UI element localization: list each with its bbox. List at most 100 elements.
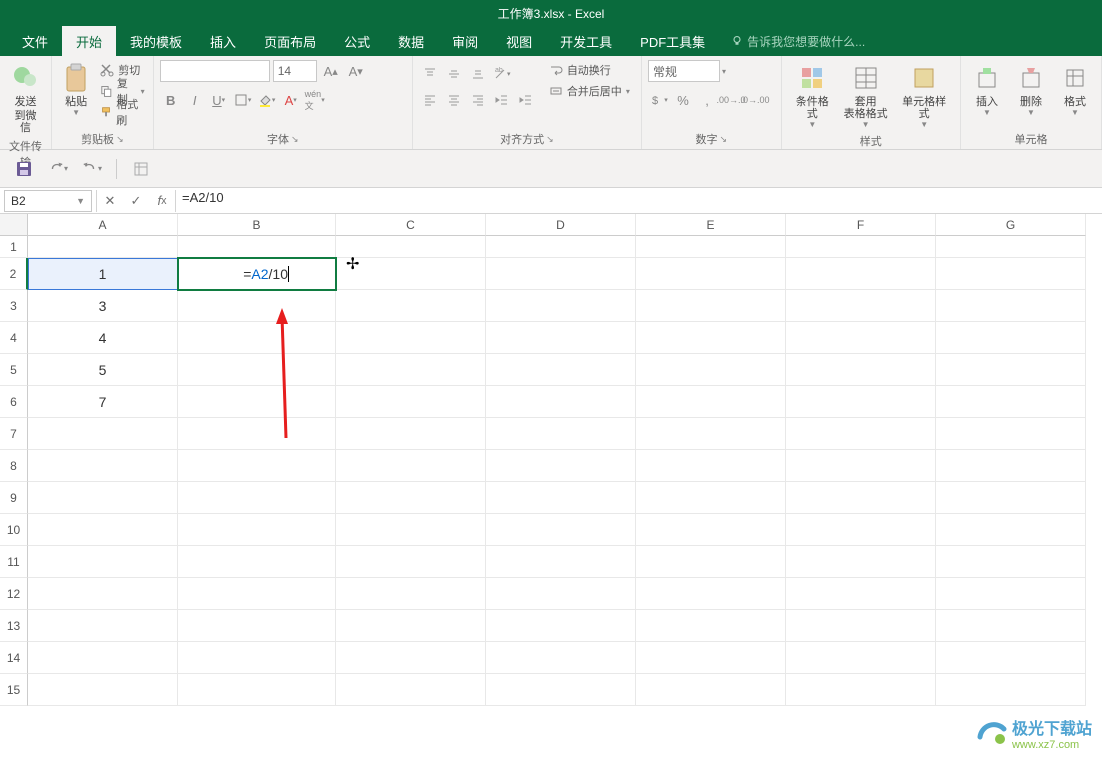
cell-B7[interactable] xyxy=(178,418,336,450)
row-header-5[interactable]: 5 xyxy=(0,354,28,386)
cell-E2[interactable] xyxy=(636,258,786,290)
increase-decimal-button[interactable]: .00→.0 xyxy=(720,89,742,111)
cell-E10[interactable] xyxy=(636,514,786,546)
font-color-button[interactable]: A▾ xyxy=(280,89,302,111)
cell-B2[interactable]: =A2/10 xyxy=(178,258,336,290)
cell-G14[interactable] xyxy=(936,642,1086,674)
cell-A1[interactable] xyxy=(28,236,178,258)
fill-color-button[interactable]: ▾ xyxy=(256,89,278,111)
cell-F3[interactable] xyxy=(786,290,936,322)
row-header-15[interactable]: 15 xyxy=(0,674,28,706)
cell-G15[interactable] xyxy=(936,674,1086,706)
row-header-1[interactable]: 1 xyxy=(0,236,28,258)
cell-C12[interactable] xyxy=(336,578,486,610)
cell-D6[interactable] xyxy=(486,386,636,418)
row-header-11[interactable]: 11 xyxy=(0,546,28,578)
cell-G5[interactable] xyxy=(936,354,1086,386)
cell-A15[interactable] xyxy=(28,674,178,706)
number-launcher[interactable]: ↘ xyxy=(720,134,728,145)
name-box[interactable]: B2 ▼ xyxy=(4,190,92,212)
insert-cells-button[interactable]: 插入▼ xyxy=(967,60,1007,119)
row-header-7[interactable]: 7 xyxy=(0,418,28,450)
cell-D12[interactable] xyxy=(486,578,636,610)
cell-A9[interactable] xyxy=(28,482,178,514)
cell-A12[interactable] xyxy=(28,578,178,610)
cell-C1[interactable] xyxy=(336,236,486,258)
cell-D14[interactable] xyxy=(486,642,636,674)
cell-G7[interactable] xyxy=(936,418,1086,450)
cell-B10[interactable] xyxy=(178,514,336,546)
cell-D9[interactable] xyxy=(486,482,636,514)
menu-data[interactable]: 数据 xyxy=(384,26,438,57)
cell-A8[interactable] xyxy=(28,450,178,482)
cell-E3[interactable] xyxy=(636,290,786,322)
cell-E14[interactable] xyxy=(636,642,786,674)
save-button[interactable] xyxy=(14,159,34,179)
cell-A13[interactable] xyxy=(28,610,178,642)
orientation-button[interactable]: ab▾ xyxy=(491,63,513,85)
cell-B12[interactable] xyxy=(178,578,336,610)
indent-decrease-button[interactable] xyxy=(491,89,513,111)
cell-D11[interactable] xyxy=(486,546,636,578)
cell-D10[interactable] xyxy=(486,514,636,546)
row-header-12[interactable]: 12 xyxy=(0,578,28,610)
cell-G3[interactable] xyxy=(936,290,1086,322)
cell-F10[interactable] xyxy=(786,514,936,546)
menu-home[interactable]: 开始 xyxy=(62,26,116,57)
cell-G12[interactable] xyxy=(936,578,1086,610)
cell-C14[interactable] xyxy=(336,642,486,674)
cell-C15[interactable] xyxy=(336,674,486,706)
menu-templates[interactable]: 我的模板 xyxy=(116,26,196,57)
cell-G8[interactable] xyxy=(936,450,1086,482)
underline-button[interactable]: U▾ xyxy=(208,89,230,111)
cell-C2[interactable] xyxy=(336,258,486,290)
row-header-10[interactable]: 10 xyxy=(0,514,28,546)
cell-A11[interactable] xyxy=(28,546,178,578)
font-name-select[interactable] xyxy=(160,60,270,82)
cell-A14[interactable] xyxy=(28,642,178,674)
undo-button[interactable]: ▾ xyxy=(82,159,102,179)
bold-button[interactable]: B xyxy=(160,89,182,111)
align-right-button[interactable] xyxy=(467,89,489,111)
wrap-text-button[interactable]: 自动换行 xyxy=(547,60,632,80)
select-all-corner[interactable] xyxy=(0,214,28,236)
menu-insert[interactable]: 插入 xyxy=(196,26,250,57)
qat-extra-button[interactable] xyxy=(131,159,151,179)
cell-C3[interactable] xyxy=(336,290,486,322)
cell-A5[interactable]: 5 xyxy=(28,354,178,386)
cell-D8[interactable] xyxy=(486,450,636,482)
cell-C4[interactable] xyxy=(336,322,486,354)
cell-E4[interactable] xyxy=(636,322,786,354)
cell-B15[interactable] xyxy=(178,674,336,706)
font-launcher[interactable]: ↘ xyxy=(291,134,299,145)
delete-cells-button[interactable]: 删除▼ xyxy=(1011,60,1051,119)
cell-D13[interactable] xyxy=(486,610,636,642)
phonetic-button[interactable]: wén文▾ xyxy=(304,89,326,111)
cell-G13[interactable] xyxy=(936,610,1086,642)
cell-B9[interactable] xyxy=(178,482,336,514)
cell-F2[interactable] xyxy=(786,258,936,290)
align-bottom-button[interactable] xyxy=(467,63,489,85)
menu-file[interactable]: 文件 xyxy=(8,26,62,57)
col-header-B[interactable]: B xyxy=(178,214,336,236)
align-left-button[interactable] xyxy=(419,89,441,111)
col-header-D[interactable]: D xyxy=(486,214,636,236)
cell-B13[interactable] xyxy=(178,610,336,642)
cell-G4[interactable] xyxy=(936,322,1086,354)
cell-E9[interactable] xyxy=(636,482,786,514)
col-header-G[interactable]: G xyxy=(936,214,1086,236)
row-header-8[interactable]: 8 xyxy=(0,450,28,482)
cell-E7[interactable] xyxy=(636,418,786,450)
formula-input[interactable]: =A2/10 xyxy=(176,190,1102,212)
cell-A2[interactable]: 1 xyxy=(28,258,178,290)
cell-G1[interactable] xyxy=(936,236,1086,258)
cell-F15[interactable] xyxy=(786,674,936,706)
merge-center-button[interactable]: 合并后居中▾ xyxy=(547,81,632,101)
cell-E5[interactable] xyxy=(636,354,786,386)
cell-F9[interactable] xyxy=(786,482,936,514)
cell-E8[interactable] xyxy=(636,450,786,482)
cell-D4[interactable] xyxy=(486,322,636,354)
cell-C9[interactable] xyxy=(336,482,486,514)
cell-F7[interactable] xyxy=(786,418,936,450)
cell-D2[interactable] xyxy=(486,258,636,290)
